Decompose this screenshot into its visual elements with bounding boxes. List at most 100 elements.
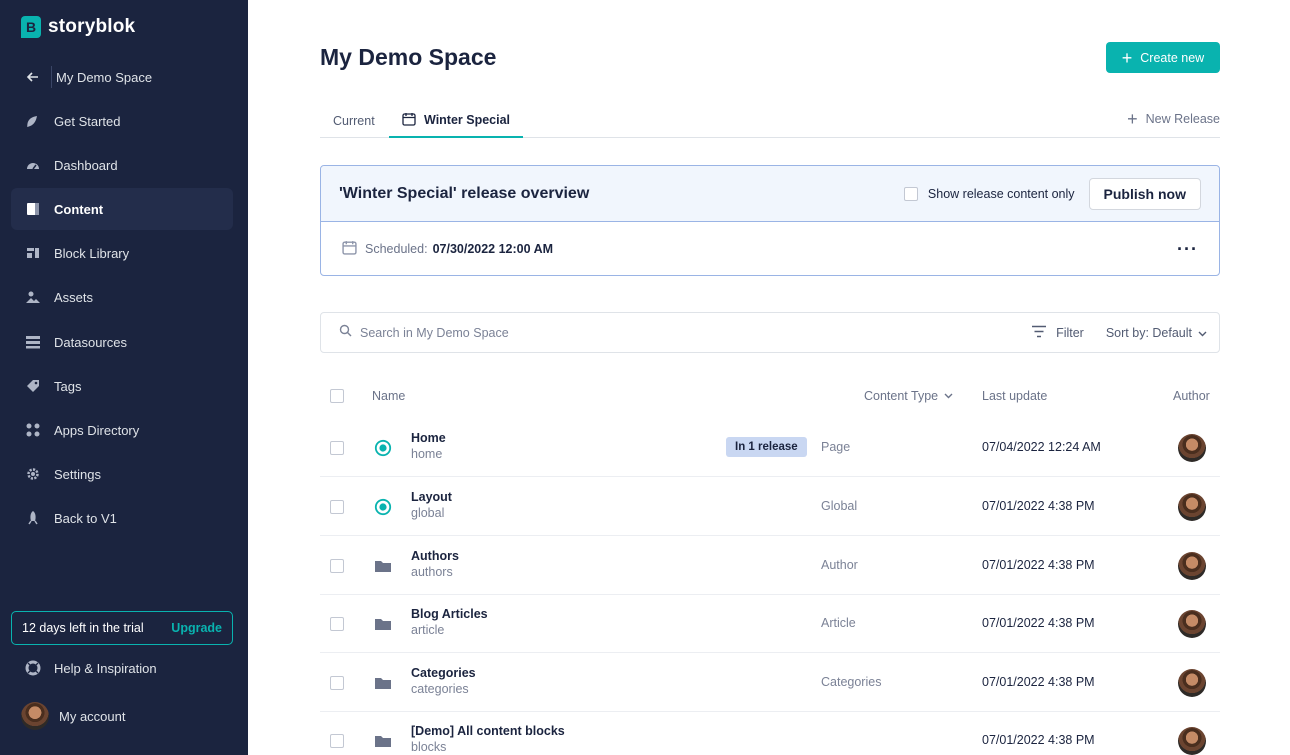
row-content-type: Categories	[821, 675, 882, 689]
row-title: Layout	[411, 490, 452, 504]
sidebar-item-get-started[interactable]: Get Started	[11, 100, 233, 142]
column-content-type[interactable]: Content Type	[864, 389, 953, 403]
table-row[interactable]: Categories categories Categories 07/01/2…	[320, 654, 1220, 712]
tab-current[interactable]: Current	[333, 104, 377, 138]
sidebar-item-datasources[interactable]: Datasources	[11, 321, 233, 363]
search-input[interactable]	[360, 325, 1032, 340]
tag-icon	[25, 378, 41, 394]
upgrade-link[interactable]: Upgrade	[171, 621, 222, 635]
sidebar-item-tags[interactable]: Tags	[11, 365, 233, 407]
my-account-link[interactable]: My account	[11, 695, 233, 737]
storyblok-logo-icon: B	[21, 16, 41, 38]
column-author: Author	[1173, 389, 1210, 403]
row-checkbox[interactable]	[330, 441, 344, 455]
trial-banner: 12 days left in the trial Upgrade	[11, 611, 233, 645]
release-header: 'Winter Special' release overview Show r…	[321, 166, 1219, 222]
avatar	[21, 702, 49, 730]
row-checkbox[interactable]	[330, 500, 344, 514]
sidebar-item-content[interactable]: Content	[11, 188, 233, 230]
sidebar-item-dashboard[interactable]: Dashboard	[11, 144, 233, 186]
row-title: [Demo] All content blocks	[411, 724, 565, 738]
row-title: Authors	[411, 549, 459, 563]
row-name: Blog Articles article	[411, 607, 488, 637]
lifebuoy-icon	[25, 660, 41, 676]
arrow-left-icon	[25, 69, 41, 85]
new-release-button[interactable]: + New Release	[1127, 104, 1220, 134]
sidebar-item-assets[interactable]: Assets	[11, 276, 233, 318]
plus-icon: +	[1127, 108, 1138, 129]
row-content-type: Article	[821, 616, 856, 630]
folder-icon	[375, 619, 391, 630]
separator	[51, 66, 52, 88]
filter-button[interactable]: Filter	[1031, 325, 1084, 341]
release-schedule: Scheduled: 07/30/2022 12:00 AM ···	[321, 222, 1219, 276]
story-icon	[374, 439, 392, 457]
author-avatar	[1178, 434, 1206, 462]
row-checkbox[interactable]	[330, 617, 344, 631]
row-checkbox[interactable]	[330, 676, 344, 690]
column-label: Content Type	[864, 389, 939, 403]
search-bar: Filter Sort by: Default	[320, 312, 1220, 353]
sidebar-item-label: Block Library	[54, 245, 130, 261]
row-slug: blocks	[411, 740, 447, 754]
back-to-space[interactable]: My Demo Space	[11, 56, 233, 98]
sidebar-item-settings[interactable]: Settings	[11, 453, 233, 495]
storyblok-logo[interactable]: B storyblok	[21, 16, 135, 38]
row-last-update: 07/04/2022 12:24 AM	[982, 440, 1101, 454]
row-last-update: 07/01/2022 4:38 PM	[982, 558, 1095, 572]
row-title: Home	[411, 431, 446, 445]
row-name: Authors authors	[411, 549, 459, 579]
sort-dropdown[interactable]: Sort by: Default	[1106, 326, 1207, 340]
show-release-only-toggle[interactable]: Show release content only	[903, 186, 1075, 201]
release-title: 'Winter Special' release overview	[339, 184, 590, 202]
row-last-update: 07/01/2022 4:38 PM	[982, 733, 1095, 747]
sidebar-item-label: Apps Directory	[54, 422, 140, 438]
release-badge: In 1 release	[726, 437, 807, 457]
sidebar-item-block-library[interactable]: Block Library	[11, 232, 233, 274]
table-row[interactable]: Home home In 1 release Page 07/04/2022 1…	[320, 419, 1220, 477]
sidebar-item-back-to-v1[interactable]: Back to V1	[11, 497, 233, 539]
row-content-type: Author	[821, 558, 858, 572]
search-icon	[339, 324, 352, 342]
row-checkbox[interactable]	[330, 559, 344, 573]
folder-icon	[375, 736, 391, 747]
more-options-icon[interactable]: ···	[1177, 240, 1198, 258]
scheduled-value: 07/30/2022 12:00 AM	[432, 242, 554, 256]
row-slug: authors	[411, 565, 453, 579]
table-row[interactable]: [Demo] All content blocks blocks 07/01/2…	[320, 712, 1220, 755]
release-overview: 'Winter Special' release overview Show r…	[320, 165, 1220, 276]
table-row[interactable]: Layout global Global 07/01/2022 4:38 PM	[320, 478, 1220, 536]
gauge-icon	[25, 157, 41, 173]
row-checkbox[interactable]	[330, 734, 344, 748]
row-name: Home home	[411, 431, 446, 461]
sidebar-item-label: Assets	[54, 289, 94, 305]
row-name: Layout global	[411, 490, 452, 520]
select-all-checkbox[interactable]	[330, 389, 344, 403]
sidebar-item-apps-directory[interactable]: Apps Directory	[11, 409, 233, 451]
blocks-icon	[25, 245, 41, 261]
column-name: Name	[372, 389, 406, 403]
author-avatar	[1178, 727, 1206, 755]
table-row[interactable]: Blog Articles article Article 07/01/2022…	[320, 595, 1220, 653]
main-content: My Demo Space + Create new Current Winte…	[248, 0, 1290, 755]
table-header: Name Content Type Last update Author	[320, 384, 1220, 409]
row-name: Categories categories	[411, 666, 476, 696]
show-release-only-checkbox[interactable]	[903, 186, 918, 201]
datasource-icon	[25, 334, 41, 350]
sidebar-item-label: Datasources	[54, 334, 127, 350]
column-last-update: Last update	[982, 389, 1048, 403]
sidebar-item-label: Back to V1	[54, 510, 117, 526]
tab-winter-special[interactable]: Winter Special	[389, 104, 524, 138]
page-title: My Demo Space	[320, 44, 497, 70]
author-avatar	[1178, 610, 1206, 638]
show-release-only-label: Show release content only	[927, 186, 1075, 201]
sidebar-item-label: Content	[54, 201, 104, 217]
release-tabs: Current Winter Special + New Release	[320, 104, 1220, 138]
publish-now-button[interactable]: Publish now	[1088, 177, 1201, 210]
help-inspiration-link[interactable]: Help & Inspiration	[11, 647, 233, 689]
create-new-button[interactable]: + Create new	[1106, 42, 1220, 73]
create-new-label: Create new	[1140, 50, 1205, 65]
table-row[interactable]: Authors authors Author 07/01/2022 4:38 P…	[320, 537, 1220, 595]
tab-label: Winter Special	[424, 113, 511, 127]
new-release-label: New Release	[1145, 112, 1220, 126]
